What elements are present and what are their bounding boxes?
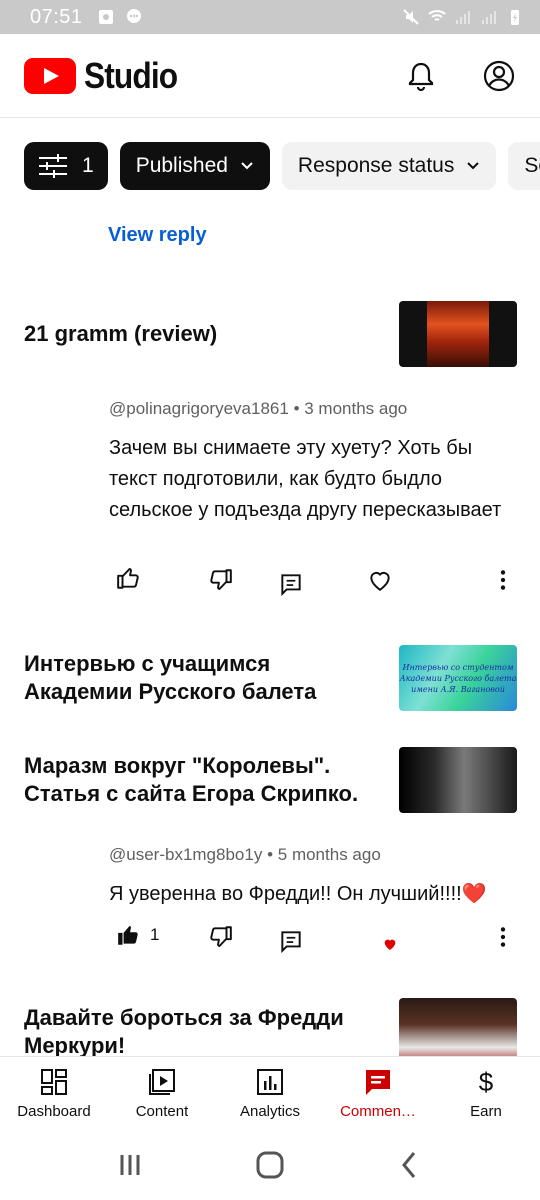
- comments-icon: [366, 1070, 390, 1095]
- account-icon[interactable]: [482, 59, 516, 93]
- comment-author[interactable]: @polinagrigoryeva1861: [109, 399, 289, 418]
- nav-label: Earn: [470, 1103, 502, 1120]
- chevron-down-icon: [467, 162, 480, 170]
- nav-dashboard[interactable]: Dashboard: [0, 1057, 108, 1130]
- meta-separator: •: [293, 399, 300, 418]
- chat-notification-icon: [126, 9, 141, 23]
- search-filter-chip[interactable]: Se: [508, 142, 540, 190]
- comment: @polinagrigoryeva1861 • 3 months ago Зач…: [109, 399, 519, 526]
- wifi-icon: [428, 10, 446, 21]
- mute-icon: [403, 9, 419, 25]
- sliders-icon: [39, 154, 67, 178]
- video-row[interactable]: Интервью с учащимся Академии Русского ба…: [24, 645, 517, 711]
- status-time: 07:51: [30, 5, 83, 28]
- earn-icon: $: [479, 1067, 494, 1097]
- video-title: Маразм вокруг "Королевы". Статья с сайта…: [24, 753, 359, 806]
- nav-comments[interactable]: Commen…: [324, 1057, 432, 1130]
- chevron-down-icon: [241, 162, 253, 170]
- svg-text:$: $: [479, 1067, 494, 1097]
- reply-icon: [281, 931, 301, 954]
- video-thumbnail: [399, 998, 517, 1056]
- more-options-button[interactable]: [490, 924, 516, 950]
- published-filter-chip[interactable]: Published: [119, 142, 270, 190]
- thumbs-up-filled-icon: [118, 926, 138, 945]
- heart-button[interactable]: [367, 567, 393, 593]
- video-title: 21 gramm (review): [24, 321, 218, 346]
- youtube-studio-logo[interactable]: Studio: [24, 55, 190, 97]
- like-count: 1: [150, 925, 160, 944]
- app-name: Studio: [84, 54, 178, 96]
- video-title: Давайте бороться за Фредди Меркури!: [24, 1005, 344, 1056]
- comment-author[interactable]: @user-bx1mg8bo1y: [109, 845, 262, 864]
- more-vert-icon: [500, 570, 506, 590]
- bell-icon[interactable]: [404, 59, 438, 93]
- comment-actions: [108, 565, 518, 605]
- dashboard-icon: [41, 1069, 67, 1095]
- reply-icon: [281, 574, 301, 597]
- status-bar: 07:51: [0, 0, 540, 34]
- like-button[interactable]: [116, 565, 142, 591]
- like-button[interactable]: 1: [116, 922, 159, 948]
- filter-chips: 1 Published Response status Se: [24, 142, 540, 190]
- video-row[interactable]: Маразм вокруг "Королевы". Статья с сайта…: [24, 747, 517, 813]
- more-vert-icon: [500, 927, 506, 947]
- app-header: Studio: [0, 34, 540, 118]
- signal-2-icon: [482, 11, 496, 24]
- response-status-filter-chip[interactable]: Response status: [281, 142, 497, 190]
- nav-label: Analytics: [239, 1103, 301, 1120]
- filter-count: 1: [82, 154, 94, 177]
- reply-button[interactable]: [278, 928, 304, 954]
- nav-earn[interactable]: $ Earn: [432, 1057, 540, 1130]
- chip-label: Response status: [297, 154, 455, 177]
- video-row[interactable]: 21 gramm (review): [24, 301, 517, 367]
- thumbs-up-icon: [117, 568, 139, 589]
- nav-content[interactable]: Content: [108, 1057, 216, 1130]
- thumbs-down-icon: [210, 926, 232, 947]
- bottom-navigation: Dashboard Content Analytics Commen… $ Ea…: [0, 1056, 540, 1130]
- youtube-play-icon: [24, 57, 76, 94]
- chip-label: Published: [135, 154, 228, 177]
- dislike-button[interactable]: [207, 924, 233, 950]
- heart-filled-icon: [384, 939, 396, 950]
- chip-label: Se: [524, 154, 540, 177]
- nav-label: Dashboard: [17, 1103, 91, 1120]
- comment-meta: @polinagrigoryeva1861 • 3 months ago: [109, 399, 519, 419]
- view-reply-link[interactable]: View reply: [108, 224, 207, 247]
- comment: @user-bx1mg8bo1y • 5 months ago Я уверен…: [109, 845, 519, 910]
- nav-analytics[interactable]: Analytics: [216, 1057, 324, 1130]
- comment-text: Я уверенна во Фредди!! Он лучший!!!!❤️: [109, 883, 487, 905]
- recent-apps-icon[interactable]: [114, 1149, 146, 1181]
- meta-separator: •: [267, 845, 274, 864]
- reply-button[interactable]: [278, 571, 304, 597]
- nav-label: Content: [135, 1103, 189, 1120]
- filter-settings-chip[interactable]: 1: [24, 142, 108, 190]
- comment-age: 5 months ago: [277, 845, 381, 864]
- battery-charging-icon: [511, 10, 519, 25]
- system-navigation-bar: [0, 1130, 540, 1200]
- comment-meta: @user-bx1mg8bo1y • 5 months ago: [109, 845, 519, 865]
- comments-list: View reply 21 gramm (review) @polinagrig…: [0, 200, 540, 1056]
- analytics-icon: [257, 1069, 283, 1095]
- video-thumbnail: [399, 747, 517, 813]
- video-thumbnail: [399, 301, 517, 367]
- nav-label: Commen…: [340, 1103, 416, 1120]
- content-icon: [149, 1069, 175, 1095]
- comment-actions: 1: [108, 922, 518, 962]
- video-thumbnail: Интервью со студентом Академии Русского …: [399, 645, 517, 711]
- creator-heart-button[interactable]: [382, 936, 398, 952]
- signal-icon: [456, 11, 470, 24]
- home-icon[interactable]: [254, 1149, 286, 1181]
- gallery-notification-icon: [98, 10, 113, 24]
- comment-age: 3 months ago: [304, 399, 408, 418]
- dislike-button[interactable]: [207, 567, 233, 593]
- video-title: Интервью с учащимся Академии Русского ба…: [24, 651, 317, 704]
- thumbnail-caption: Интервью со студентом Академии Русского …: [399, 662, 517, 694]
- heart-outline-icon: [370, 572, 390, 591]
- back-icon[interactable]: [394, 1149, 426, 1181]
- comment-text: Зачем вы снимаете эту хуету? Хоть бы тек…: [109, 437, 502, 521]
- thumbs-down-icon: [210, 569, 232, 590]
- video-row[interactable]: Давайте бороться за Фредди Меркури!: [24, 998, 517, 1056]
- more-options-button[interactable]: [490, 567, 516, 593]
